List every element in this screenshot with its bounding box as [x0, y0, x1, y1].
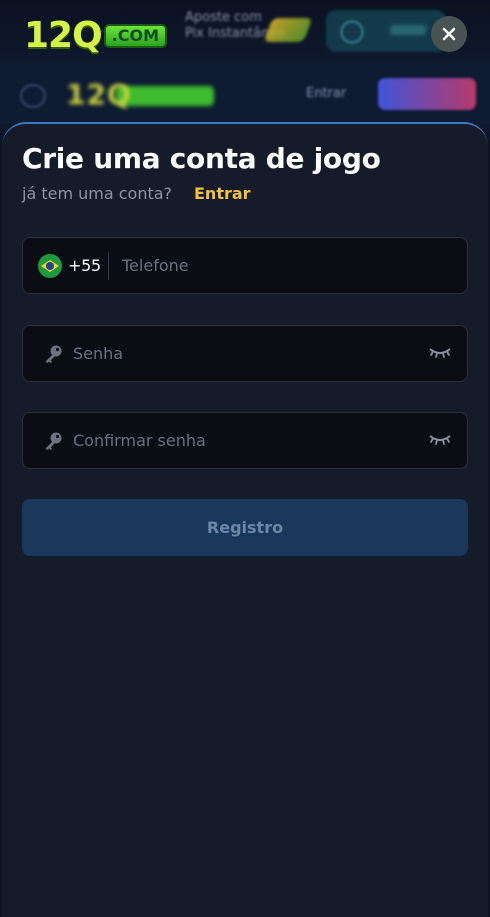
background-menu-icon — [20, 84, 46, 108]
key-icon — [45, 432, 62, 450]
brand-logo: 12Q .COM — [24, 14, 168, 56]
confirm-password-field — [22, 412, 468, 469]
confirm-password-input[interactable] — [73, 413, 413, 468]
country-code[interactable]: +55 — [68, 256, 101, 275]
brazil-flag-icon[interactable] — [38, 254, 62, 278]
field-divider — [108, 252, 109, 280]
password-field — [22, 325, 468, 382]
phone-input[interactable] — [122, 238, 442, 293]
key-icon — [45, 345, 62, 363]
background-register-button — [378, 78, 476, 110]
password-input[interactable] — [73, 326, 413, 381]
close-icon — [442, 27, 456, 41]
close-button[interactable] — [431, 16, 467, 52]
eye-closed-icon[interactable] — [429, 433, 451, 447]
background-pill-label — [390, 25, 426, 35]
background-pill-icon — [340, 20, 364, 44]
background-login-link: Entrar — [306, 86, 347, 101]
register-button[interactable]: Registro — [22, 499, 468, 556]
phone-field: +55 — [22, 237, 468, 294]
logo-main-text: 12Q — [24, 15, 103, 56]
logo-badge: .COM — [103, 24, 168, 48]
background-logo: 12Q — [66, 78, 132, 111]
login-prompt-text: já tem uma conta? — [22, 184, 173, 203]
page-title: Crie uma conta de jogo — [22, 142, 381, 175]
login-link[interactable]: Entrar — [194, 184, 251, 203]
eye-closed-icon[interactable] — [429, 346, 451, 360]
